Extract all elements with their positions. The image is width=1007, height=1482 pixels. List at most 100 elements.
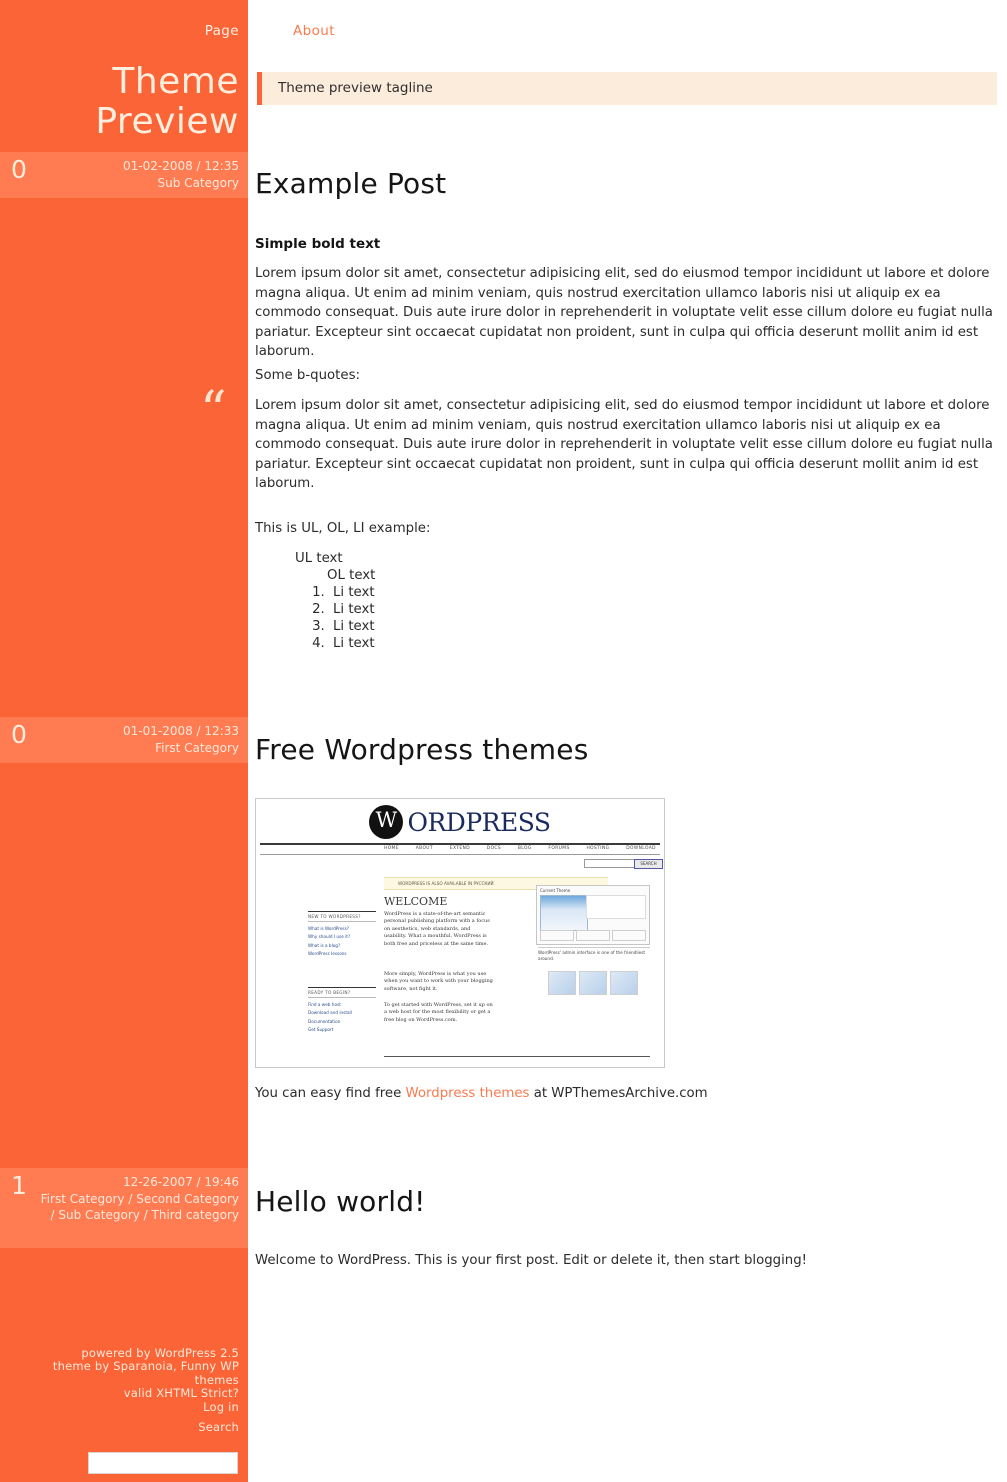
comment-count[interactable]: 0 [11, 721, 27, 749]
wp-available-themes-row [540, 930, 646, 941]
post-subheading: Simple bold text [255, 236, 1000, 252]
wp-sidebar-link: Why should I use it? [308, 934, 351, 939]
nav-item-page[interactable]: Page [205, 23, 239, 39]
divider [260, 843, 660, 845]
comment-count[interactable]: 0 [11, 156, 27, 184]
post-body-text: Lorem ipsum dolor sit amet, consectetur … [255, 266, 993, 360]
list-item: Li text [329, 601, 1000, 618]
post-categories[interactable]: First Category [34, 740, 239, 757]
post-title[interactable]: Example Post [255, 168, 1000, 200]
wp-nav-item: ABOUT [415, 846, 433, 851]
footer-login-link[interactable]: Log in [9, 1400, 239, 1415]
blockquote-quote-icon: “ [200, 381, 227, 441]
wp-sidebar-header: READY TO BEGIN? [308, 987, 376, 998]
search-input[interactable] [88, 1452, 238, 1474]
post-title[interactable]: Hello world! [255, 1186, 1000, 1218]
wp-gallery-thumb [548, 971, 576, 995]
footer-powered-by[interactable]: powered by WordPress 2.5 [9, 1346, 239, 1361]
wp-sidebar-link: Get Support [308, 1027, 334, 1032]
wp-theme-thumbnail [586, 895, 646, 919]
wordpress-logo: ORDPRESS [256, 805, 664, 839]
wp-theme-swatch [540, 930, 574, 941]
blockquote: Lorem ipsum dolor sit amet, consectetur … [255, 396, 1000, 494]
post-categories[interactable]: First Category / Second Category / Sub C… [34, 1191, 239, 1224]
post-date: 01-01-2008 / 12:33 [123, 724, 239, 738]
post-meta-lines: 01-01-2008 / 12:33 First Category [34, 723, 239, 756]
wp-theme-swatch [612, 930, 646, 941]
wp-body-paragraph: More simply, WordPress is what you use w… [384, 971, 493, 992]
wp-nav-item: HOSTING [586, 846, 610, 851]
blog-title-line1: Theme [112, 61, 239, 102]
post-body-text: Welcome to WordPress. This is your first… [255, 1253, 808, 1268]
wp-body-paragraph: WordPress is a state-of-the-art semantic… [384, 911, 490, 947]
post-title[interactable]: Free Wordpress themes [255, 734, 1000, 766]
footer-xhtml-valid[interactable]: valid XHTML Strict? [9, 1386, 239, 1401]
blog-title-line2: Preview [95, 101, 239, 142]
tagline-bar: Theme preview tagline [257, 72, 997, 105]
post-paragraph: Welcome to WordPress. This is your first… [255, 1251, 1000, 1271]
main-content: About Theme preview tagline Example Post… [248, 0, 1007, 1482]
wp-nav-item: DOCS [486, 846, 502, 851]
post-article: Free Wordpress themes [255, 734, 1000, 766]
wordpress-site-nav: HOME ABOUT EXTEND DOCS BLOG FORUMS HOSTI… [384, 846, 656, 851]
wp-gallery-thumb [579, 971, 607, 995]
post-article: Hello world! [255, 1186, 1000, 1218]
wp-sidebar-link: What is a blog? [308, 942, 341, 948]
wp-nav-item: HOME [384, 846, 399, 851]
post-date: 12-26-2007 / 19:46 [123, 1175, 239, 1189]
list-intro-text: This is UL, OL, LI example: [255, 521, 431, 536]
wp-nav-item: EXTEND [449, 846, 471, 851]
post-caption: You can easy find free Wordpress themes … [255, 1086, 708, 1101]
footer-credits: powered by WordPress 2.5 theme by Sparan… [9, 1346, 239, 1415]
wp-screenshot-gallery [548, 971, 638, 995]
wp-sidebar-link: WordPress lessons [308, 951, 347, 956]
post-meta-band: 0 01-01-2008 / 12:33 First Category [0, 717, 248, 763]
wordpress-themes-link[interactable]: Wordpress themes [406, 1086, 530, 1101]
wp-sidebar-links: NEW TO WORDPRESS? What is WordPress? Why… [308, 911, 376, 956]
divider [260, 854, 660, 855]
post-meta-lines: 01-02-2008 / 12:35 Sub Category [34, 158, 239, 191]
post-paragraph: Lorem ipsum dolor sit amet, consectetur … [255, 264, 1000, 362]
wp-theme-swatch [576, 930, 610, 941]
wordpress-logo-text: ORDPRESS [407, 807, 551, 837]
list-intro: This is UL, OL, LI example: [255, 519, 1000, 539]
caption-suffix: at WPThemesArchive.com [529, 1086, 708, 1101]
list-item: Li text [329, 635, 1000, 652]
wordpress-logo-icon [369, 805, 404, 839]
wp-nav-item: DOWNLOAD [626, 846, 656, 851]
sidebar: Page Theme Preview 0 01-02-2008 / 12:35 … [0, 0, 248, 1482]
wp-search-button: SEARCH [634, 859, 663, 869]
wp-sidebar-header: NEW TO WORDPRESS? [308, 911, 376, 922]
post-meta-band: 0 01-02-2008 / 12:35 Sub Category [0, 152, 248, 198]
nav-item-about[interactable]: About [293, 23, 335, 39]
post-meta-band: 1 12-26-2007 / 19:46 First Category / Se… [0, 1168, 248, 1248]
wp-panel-caption: WordPress' admin interface is one of the… [538, 947, 650, 961]
divider [384, 1056, 650, 1057]
ordered-list: Li text Li text Li text Li text [255, 584, 1000, 652]
footer-theme-by[interactable]: theme by Sparanoia, Funny WP themes [9, 1359, 239, 1387]
wp-nav-item: FORUMS [548, 846, 570, 851]
wp-theme-panel: Current Theme [536, 885, 650, 945]
ol-item: OL text [327, 568, 376, 583]
wp-body-paragraph: To get started with WordPress, set it up… [384, 1002, 493, 1023]
wp-sidebar-link: Find a web host [308, 1001, 341, 1007]
ul-item: UL text [295, 551, 343, 566]
wp-sidebar-link: Download and install [308, 1010, 352, 1015]
wp-gallery-thumb [610, 971, 638, 995]
wp-sidebar-link: What is WordPress? [308, 925, 350, 931]
wp-admin-thumbnail [540, 895, 588, 931]
list-item: Li text [329, 584, 1000, 601]
post-article: Example Post [255, 168, 1000, 200]
wp-panel-title: Current Theme [540, 888, 571, 893]
example-lists: UL text OL text Li text Li text Li text … [255, 550, 1000, 652]
list-item: Li text [329, 618, 1000, 635]
blog-title: Theme Preview [3, 62, 239, 142]
search-label: Search [198, 1420, 239, 1434]
blockquote-intro: Some b-quotes: [255, 366, 1000, 386]
blockquote-text: Lorem ipsum dolor sit amet, consectetur … [255, 398, 993, 492]
blockquote-intro-text: Some b-quotes: [255, 368, 360, 383]
comment-count[interactable]: 1 [11, 1172, 27, 1200]
post-categories[interactable]: Sub Category [34, 175, 239, 192]
wp-welcome-heading: WELCOME [384, 895, 448, 908]
wordpress-screenshot-image[interactable]: ORDPRESS HOME ABOUT EXTEND DOCS BLOG FOR… [255, 798, 665, 1068]
